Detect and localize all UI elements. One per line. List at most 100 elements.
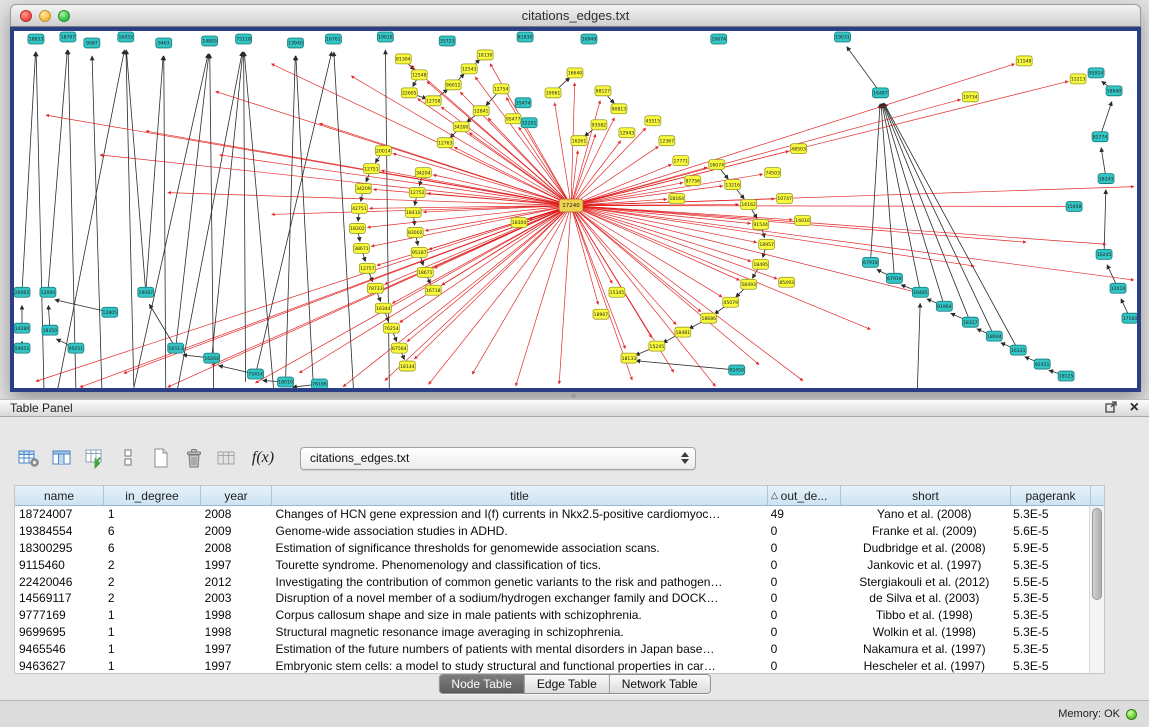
column-header-in_degree[interactable]: in_degree (104, 486, 201, 505)
svg-text:16761: 16761 (326, 37, 341, 43)
svg-text:59051: 59051 (15, 346, 30, 352)
cell-pagerank: 5.3E-5 (1009, 659, 1089, 673)
cell-short: Dudbridge et al. (2008) (839, 541, 1009, 555)
svg-text:16487: 16487 (873, 91, 888, 97)
table-columns-icon[interactable] (49, 445, 75, 471)
tab-network-table[interactable]: Network Table (609, 675, 710, 693)
column-header-short[interactable]: short (841, 486, 1011, 505)
cell-year: 2012 (201, 575, 272, 589)
cell-title: Estimation of significance thresholds fo… (272, 541, 767, 555)
svg-text:18164: 18164 (670, 196, 685, 202)
table-row[interactable]: 946362711997Embryonic stem cells: a mode… (15, 657, 1089, 673)
float-panel-icon[interactable] (1105, 400, 1118, 416)
svg-text:95051: 95051 (69, 346, 84, 352)
table-row[interactable]: 2242004622012Investigating the contribut… (15, 573, 1089, 590)
cell-name: 9115460 (15, 558, 104, 572)
column-header-name[interactable]: name (15, 486, 104, 505)
function-icon[interactable]: f(x) (247, 445, 279, 471)
table-disabled-icon[interactable] (214, 445, 240, 471)
svg-text:56513: 56513 (168, 346, 183, 352)
svg-text:16718: 16718 (426, 288, 441, 294)
svg-text:19061: 19061 (546, 91, 561, 97)
svg-text:91964: 91964 (937, 304, 952, 310)
svg-text:12543: 12543 (462, 67, 477, 73)
cell-out_de: 0 (767, 608, 840, 622)
cell-title: Investigating the contribution of common… (272, 575, 767, 589)
zoom-button[interactable] (58, 10, 70, 22)
rows-icon[interactable] (115, 445, 141, 471)
close-panel-icon[interactable]: × (1130, 402, 1139, 414)
scrollbar-thumb[interactable] (1092, 508, 1102, 600)
column-header-pagerank[interactable]: pagerank (1011, 486, 1091, 505)
column-label: pagerank (1025, 489, 1075, 503)
cell-pagerank: 5.3E-5 (1009, 625, 1089, 639)
svg-text:18317: 18317 (963, 320, 978, 326)
svg-text:95187: 95187 (412, 250, 427, 256)
svg-text:34204: 34204 (416, 170, 431, 176)
svg-text:67918: 67918 (863, 260, 878, 266)
svg-text:12758: 12758 (426, 99, 441, 105)
table-import-icon[interactable] (82, 445, 108, 471)
svg-text:16162: 16162 (741, 202, 756, 208)
svg-text:10674: 10674 (711, 37, 726, 43)
table-panel-title: Table Panel (10, 401, 73, 415)
svg-text:10245: 10245 (1097, 252, 1112, 258)
delete-icon[interactable] (181, 445, 207, 471)
column-header-out_de[interactable]: △out_de... (768, 486, 841, 505)
svg-text:34209: 34209 (356, 186, 371, 192)
svg-text:9463: 9463 (158, 41, 170, 47)
table-row[interactable]: 969969511998Structural magnetic resonanc… (15, 624, 1089, 641)
svg-text:18010: 18010 (278, 380, 293, 386)
cell-pagerank: 5.6E-5 (1009, 524, 1089, 538)
table-row[interactable]: 1938455462009Genome-wide association stu… (15, 523, 1089, 540)
svg-text:18130: 18130 (478, 53, 493, 59)
cell-year: 1997 (201, 659, 272, 673)
cell-out_de: 0 (767, 591, 840, 605)
cell-year: 1998 (201, 608, 272, 622)
cell-title: Embryonic stem cells: a model to study s… (272, 659, 767, 673)
svg-text:16264: 16264 (204, 356, 219, 362)
new-file-icon[interactable] (148, 445, 174, 471)
column-label: title (510, 489, 529, 503)
minimize-button[interactable] (39, 10, 51, 22)
table-row[interactable]: 1456911722003Disruption of a novel membe… (15, 590, 1089, 607)
svg-text:18686: 18686 (701, 316, 716, 322)
svg-text:22605: 22605 (402, 91, 417, 97)
cell-name: 9463627 (15, 659, 104, 673)
cell-short: Hescheler et al. (1997) (839, 659, 1009, 673)
svg-text:85493: 85493 (779, 280, 794, 286)
column-header-title[interactable]: title (272, 486, 768, 505)
dropdown-arrows-icon (681, 452, 695, 464)
table-row[interactable]: 946554611997Estimation of the future num… (15, 640, 1089, 657)
column-header-year[interactable]: year (201, 486, 272, 505)
node-table: namein_degreeyear title △out_de...short pag… (14, 485, 1105, 674)
panel-resize-handle[interactable] (571, 394, 576, 398)
cell-short: Tibbo et al. (1998) (839, 608, 1009, 622)
svg-text:12754: 12754 (494, 87, 509, 93)
svg-text:15345: 15345 (610, 290, 625, 296)
svg-text:17160: 17160 (1123, 316, 1137, 322)
cell-out_de: 0 (767, 575, 840, 589)
table-row[interactable]: 911546021997Tourette syndrome. Phenomeno… (15, 556, 1089, 573)
tab-edge-table[interactable]: Edge Table (524, 675, 609, 693)
close-button[interactable] (20, 10, 32, 22)
table-select-dropdown[interactable]: citations_edges.txt (300, 447, 696, 470)
svg-text:93582: 93582 (592, 122, 607, 128)
cell-name: 9777169 (15, 608, 104, 622)
cell-pagerank: 5.9E-5 (1009, 541, 1089, 555)
table-row[interactable]: 1830029562008Estimation of significance … (15, 540, 1089, 557)
tab-node-table[interactable]: Node Table (439, 675, 524, 693)
table-row[interactable]: 1872400712008Changes of HCN gene express… (15, 506, 1089, 523)
svg-text:75414: 75414 (248, 372, 263, 378)
network-canvas[interactable]: 1883318707908716055946314805751181394016… (14, 31, 1137, 388)
window-titlebar[interactable]: citations_edges.txt (10, 4, 1141, 27)
table-vertical-scrollbar[interactable] (1089, 506, 1104, 673)
svg-text:18243: 18243 (1099, 176, 1114, 182)
cell-in_degree: 1 (104, 608, 201, 622)
cell-out_de: 49 (767, 507, 840, 521)
cell-in_degree: 6 (104, 524, 201, 538)
table-row[interactable]: 977716911998Corpus callosum shape and si… (15, 607, 1089, 624)
svg-text:95477: 95477 (506, 116, 521, 122)
table-settings-icon[interactable] (16, 445, 42, 471)
cell-short: Nakamura et al. (1997) (839, 642, 1009, 656)
